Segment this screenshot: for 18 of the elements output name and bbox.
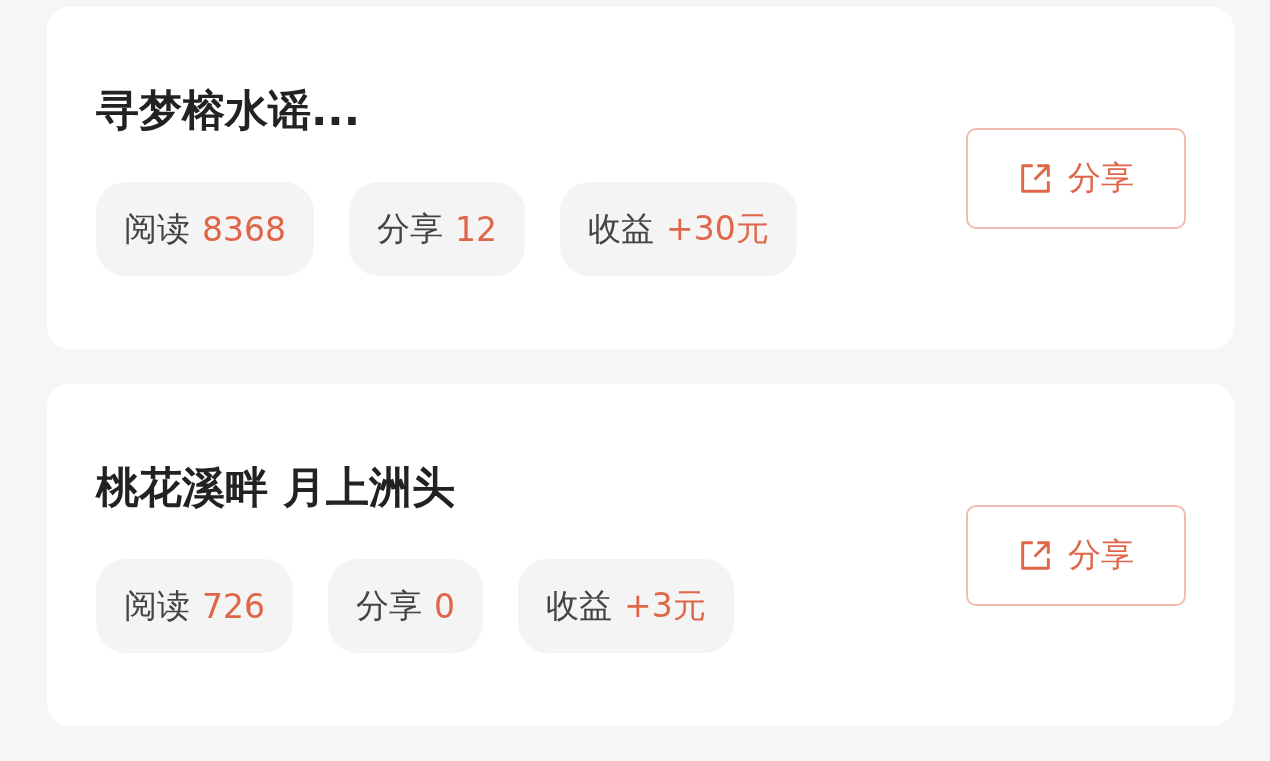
article-title: 桃花溪畔 月上洲头 bbox=[96, 461, 456, 514]
stat-value: 12 bbox=[455, 209, 497, 249]
share-icon bbox=[1018, 538, 1052, 572]
stat-value: 0 bbox=[434, 586, 455, 626]
stat-label: 分享 bbox=[356, 584, 422, 627]
share-icon bbox=[1018, 161, 1052, 195]
stat-label: 收益 bbox=[588, 207, 654, 250]
article-title: 寻梦榕水谣... bbox=[96, 84, 361, 137]
stat-value: +30元 bbox=[666, 207, 769, 250]
stat-value: +3元 bbox=[624, 584, 706, 627]
stat-value: 726 bbox=[202, 586, 265, 626]
stat-label: 阅读 bbox=[124, 207, 190, 250]
share-button[interactable]: 分享 bbox=[966, 504, 1186, 606]
stat-label: 分享 bbox=[377, 207, 443, 250]
stat-label: 收益 bbox=[546, 584, 612, 627]
stat-label: 阅读 bbox=[124, 584, 190, 627]
share-button[interactable]: 分享 bbox=[966, 127, 1186, 229]
stat-value: 8368 bbox=[202, 209, 286, 249]
